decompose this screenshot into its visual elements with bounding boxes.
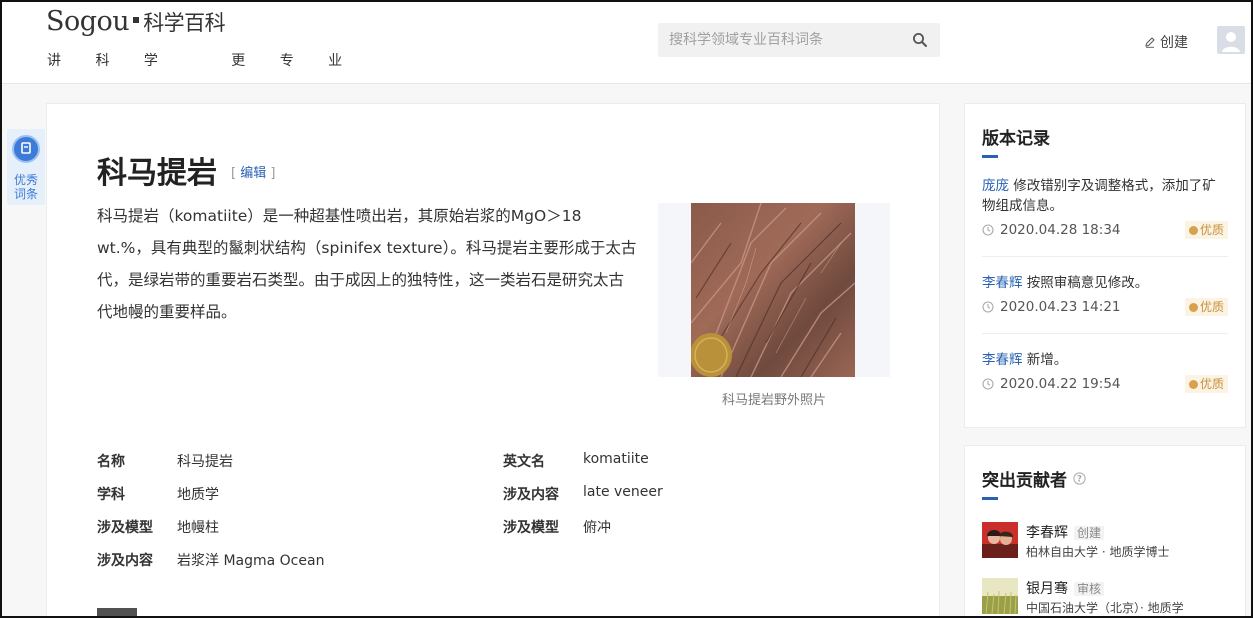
article-figure[interactable]	[658, 203, 890, 377]
edit-bracket-close: ]	[270, 166, 276, 181]
top-header: Sogou 科学百科 讲 科 学 更 专 业 创建	[0, 0, 1253, 84]
clock-icon	[982, 224, 994, 236]
edit-link-group: [ 编辑 ]	[231, 162, 275, 181]
contributors-title: 突出贡献者	[982, 471, 1067, 491]
logo-sub: 科学百科	[143, 11, 226, 35]
image-caption: 科马提岩野外照片	[721, 393, 826, 408]
contributor-name[interactable]: 银月骞	[1026, 581, 1068, 597]
quality-tag-label: 优质	[1199, 300, 1224, 314]
record-user-link[interactable]: 李春辉	[982, 352, 1023, 368]
quality-dot-icon	[1188, 225, 1198, 235]
next-section-heading-cutoff	[97, 608, 137, 618]
contributor-item[interactable]: 银月骞 审核 中国石油大学（北京）· 地质学	[982, 578, 1232, 618]
record-time: 2020.04.28 18:34	[982, 220, 1121, 240]
user-placeholder-icon	[1222, 32, 1240, 52]
info-key: 名称	[97, 454, 125, 470]
record-time: 2020.04.23 14:21	[982, 297, 1121, 317]
help-icon[interactable]: ?	[1073, 472, 1086, 485]
quality-dot-icon	[1188, 302, 1198, 312]
record-timestamp: 2020.04.28 18:34	[1000, 222, 1121, 238]
panel-title: 突出贡献者 ?	[982, 466, 1086, 491]
history-record: 庞庞 修改错别字及调整格式，添加了矿物组成信息。 2020.04.28 18:3…	[982, 176, 1228, 244]
contributors-panel: 突出贡献者 ? 李春辉 创建 柏林自由大学 · 地质学博士 银月骞 审核 中国石…	[964, 445, 1246, 618]
title-underline	[982, 497, 998, 500]
rock-photo[interactable]	[691, 203, 855, 377]
create-label: 创建	[1160, 35, 1188, 51]
article-summary: 科马提岩（komatiite）是一种超基性喷出岩，其原始岩浆的MgO＞18 wt…	[97, 207, 637, 321]
search-input[interactable]	[658, 23, 898, 57]
record-user-link[interactable]: 庞庞	[982, 178, 1009, 194]
quality-tag-label: 优质	[1199, 223, 1224, 237]
record-action: 新增。	[1026, 352, 1068, 368]
info-key: 涉及模型	[97, 520, 153, 536]
site-slogan: 讲 科 学 更 专 业	[47, 53, 358, 69]
record-user-link[interactable]: 李春辉	[982, 275, 1023, 291]
info-key: 学科	[97, 487, 125, 503]
info-value: 岩浆洋 Magma Ocean	[177, 553, 325, 569]
history-record: 李春辉 新增。 2020.04.22 19:54 优质	[982, 350, 1228, 398]
info-value: 俯冲	[583, 520, 611, 536]
info-key: 英文名	[503, 454, 545, 470]
version-history-panel: 版本记录 庞庞 修改错别字及调整格式，添加了矿物组成信息。 2020.04.28…	[964, 103, 1246, 428]
logo-dot	[133, 16, 140, 23]
contributor-avatar[interactable]	[982, 522, 1018, 558]
page-title: 科马提岩	[97, 156, 217, 191]
quality-dot-icon	[1188, 379, 1198, 389]
medal-icon	[12, 135, 40, 163]
title-underline	[982, 155, 998, 158]
quality-tag: 优质	[1184, 298, 1228, 316]
badge-label: 优秀 词条	[7, 173, 45, 201]
contributor-org: 中国石油大学（北京）· 地质学	[1026, 601, 1184, 615]
edit-link[interactable]: 编辑	[240, 166, 266, 181]
clock-icon	[982, 378, 994, 390]
quality-tag-label: 优质	[1199, 377, 1224, 391]
record-time: 2020.04.22 19:54	[982, 374, 1121, 394]
contributor-item[interactable]: 李春辉 创建 柏林自由大学 · 地质学博士	[982, 522, 1232, 562]
svg-text:?: ?	[1077, 475, 1082, 485]
divider	[982, 256, 1228, 257]
info-key: 涉及内容	[503, 487, 559, 503]
edit-bracket-open: [	[231, 166, 237, 181]
create-button[interactable]: 创建	[1144, 32, 1188, 52]
info-value: 地幔柱	[177, 520, 219, 536]
info-value: 科马提岩	[177, 454, 233, 470]
panel-title: 版本记录	[982, 129, 1050, 149]
info-value: 地质学	[177, 487, 219, 503]
pencil-icon	[1145, 37, 1155, 48]
history-record: 李春辉 按照审稿意见修改。 2020.04.23 14:21 优质	[982, 273, 1228, 321]
contributor-role: 审核	[1074, 582, 1105, 596]
contributor-role: 创建	[1074, 526, 1105, 540]
contributor-org: 柏林自由大学 · 地质学博士	[1026, 545, 1170, 559]
record-action: 按照审稿意见修改。	[1026, 275, 1149, 291]
search-box	[658, 23, 940, 57]
logo-brand: Sogou	[46, 6, 130, 37]
contributor-avatar[interactable]	[982, 578, 1018, 614]
record-timestamp: 2020.04.22 19:54	[1000, 376, 1121, 392]
site-logo[interactable]: Sogou 科学百科	[46, 6, 226, 37]
clock-icon	[982, 301, 994, 313]
badge-label-line2: 词条	[13, 187, 38, 201]
quality-tag: 优质	[1184, 375, 1228, 393]
divider	[982, 333, 1228, 334]
info-value: komatiite	[583, 451, 649, 467]
article-card: 科马提岩 [ 编辑 ] 科马提岩（komatiite）是一种超基性喷出岩，其原始…	[46, 103, 940, 618]
record-timestamp: 2020.04.23 14:21	[1000, 299, 1121, 315]
info-value: late veneer	[583, 484, 663, 500]
badge-label-line1: 优秀	[13, 173, 38, 187]
contributor-name-row: 李春辉 创建	[1026, 522, 1105, 542]
search-icon[interactable]	[912, 32, 928, 48]
info-key: 涉及内容	[97, 553, 153, 569]
excellent-entry-badge: 优秀 词条	[7, 129, 45, 205]
record-action: 修改错别字及调整格式，添加了矿物组成信息。	[982, 178, 1216, 214]
contributor-name[interactable]: 李春辉	[1026, 525, 1068, 541]
user-avatar[interactable]	[1217, 26, 1245, 54]
info-key: 涉及模型	[503, 520, 559, 536]
contributor-name-row: 银月骞 审核	[1026, 578, 1105, 598]
quality-tag: 优质	[1184, 221, 1228, 239]
